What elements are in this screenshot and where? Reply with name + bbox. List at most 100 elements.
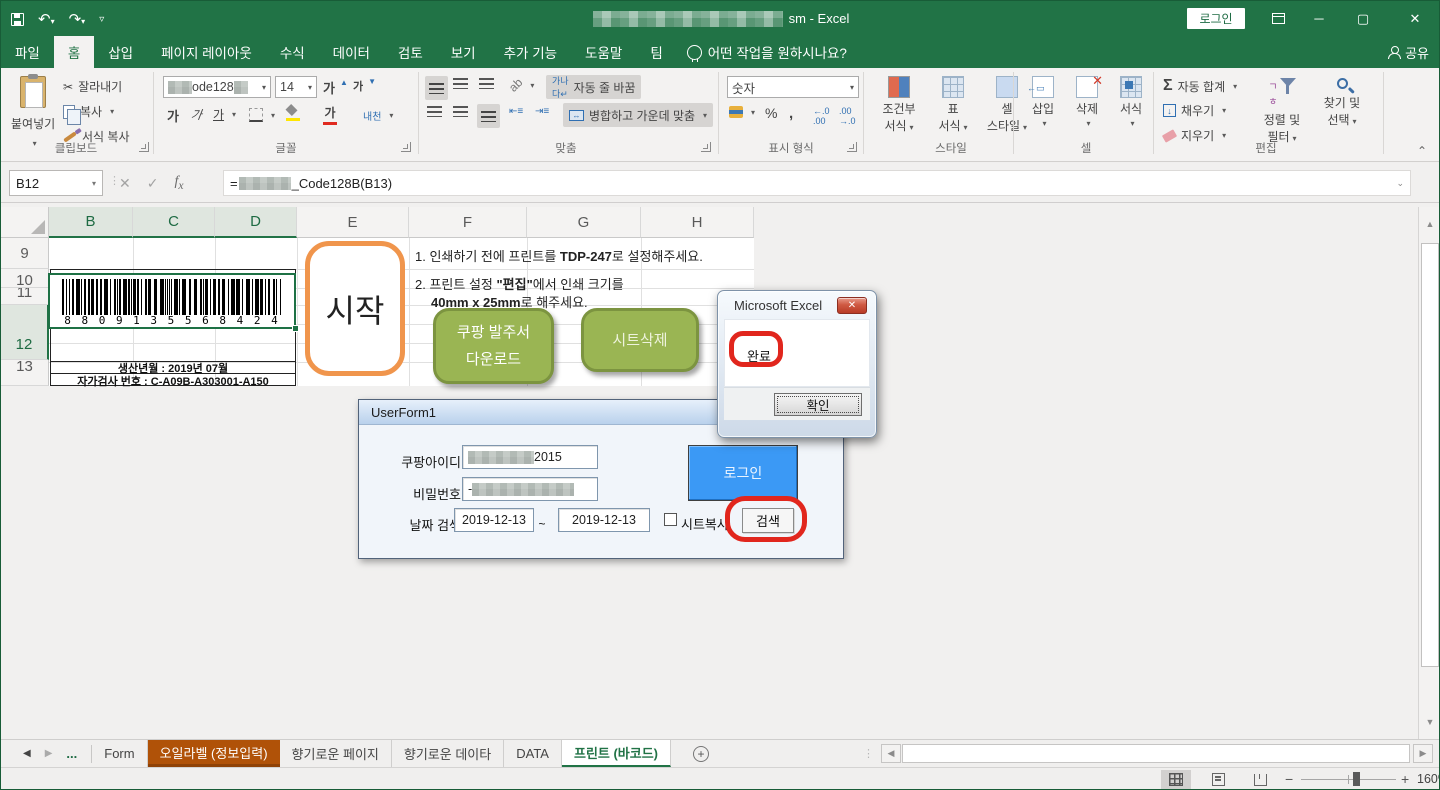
tab-team[interactable]: 팀 xyxy=(636,36,676,68)
clipboard-dialog-launcher[interactable] xyxy=(139,142,149,152)
col-header-e[interactable]: E xyxy=(297,207,409,238)
sort-filter-button[interactable]: ㄱㅎ 정렬 및필터▾ xyxy=(1255,78,1309,145)
ok-button[interactable]: 확인 xyxy=(774,393,862,416)
increase-decimal-button[interactable]: ←.0.00 xyxy=(813,106,830,126)
col-header-f[interactable]: F xyxy=(409,207,527,238)
borders-button[interactable]: ▾ xyxy=(249,108,275,122)
cut-button[interactable]: ✂잘라내기 xyxy=(63,78,122,95)
login-button[interactable]: 로그인 xyxy=(688,445,798,501)
sheet-tab-page[interactable]: 향기로운 페이지 xyxy=(280,740,392,767)
merge-center-button[interactable]: ↔병합하고 가운데 맞춤▾ xyxy=(563,103,713,127)
sheet-tab-oillabel[interactable]: 오일라벨 (정보입력) xyxy=(148,740,280,767)
italic-button[interactable]: 가 xyxy=(191,106,202,123)
percent-button[interactable]: % xyxy=(765,105,777,121)
align-middle-button[interactable] xyxy=(453,78,468,89)
increase-indent-button[interactable]: ⇥≡ xyxy=(535,106,549,117)
ribbon-display-options-icon[interactable] xyxy=(1256,1,1300,36)
tab-page-layout[interactable]: 페이지 레이아웃 xyxy=(147,36,266,68)
shrink-font-button[interactable]: 가▼ xyxy=(353,78,376,94)
tab-help[interactable]: 도움말 xyxy=(571,36,636,68)
zoom-slider-thumb[interactable] xyxy=(1353,772,1360,786)
fill-button[interactable]: ↓채우기▾ xyxy=(1163,102,1226,119)
enter-icon[interactable]: ✓ xyxy=(147,175,159,192)
signin-button[interactable]: 로그인 xyxy=(1187,8,1245,29)
tab-scroll-left-icon[interactable]: ◀ xyxy=(23,748,31,759)
row-header-9[interactable]: 9 xyxy=(1,238,49,269)
number-dialog-launcher[interactable] xyxy=(847,142,857,152)
col-header-g[interactable]: G xyxy=(527,207,641,238)
formula-input[interactable]: = _Code128B(B13) ⌄ xyxy=(223,170,1411,196)
find-select-button[interactable]: 찾기 및선택▾ xyxy=(1315,78,1369,128)
sheet-tab-data[interactable]: DATA xyxy=(504,740,562,767)
delete-sheet-button[interactable]: 시트삭제 xyxy=(581,308,699,372)
minimize-button[interactable]: ─ xyxy=(1297,1,1341,36)
scroll-left-icon[interactable]: ◀ xyxy=(881,744,901,763)
name-box[interactable]: B12▾ xyxy=(9,170,103,196)
paste-button[interactable]: 붙여넣기▾ xyxy=(11,76,55,148)
align-top-button[interactable] xyxy=(425,76,448,100)
page-break-view-icon[interactable] xyxy=(1245,770,1275,789)
tab-view[interactable]: 보기 xyxy=(437,36,490,68)
clear-button[interactable]: 지우기▾ xyxy=(1163,127,1226,144)
align-left-button[interactable] xyxy=(427,106,442,117)
bold-button[interactable]: 가 xyxy=(167,106,179,125)
sheet-tab-print-barcode[interactable]: 프린트 (바코드) xyxy=(562,740,671,767)
hscroll-thumb[interactable] xyxy=(902,744,1410,763)
horizontal-scrollbar[interactable]: ◀ ▶ xyxy=(881,744,1433,763)
row-header-12[interactable]: 12 xyxy=(1,305,49,360)
align-right-button[interactable] xyxy=(477,104,500,128)
date-to-input[interactable]: 2019-12-13 xyxy=(558,508,650,532)
fill-color-button[interactable] xyxy=(285,106,300,121)
font-size-combo[interactable]: 14▾ xyxy=(275,76,317,98)
selected-cell-b12[interactable]: 8 8 0 9 1 3 5 5 6 8 4 2 4 xyxy=(48,273,296,329)
tab-review[interactable]: 검토 xyxy=(384,36,437,68)
normal-view-icon[interactable] xyxy=(1161,770,1191,789)
decrease-indent-button[interactable]: ⇤≡ xyxy=(509,106,523,117)
tab-formulas[interactable]: 수식 xyxy=(266,36,319,68)
select-all-corner[interactable] xyxy=(1,207,49,238)
font-color-button[interactable]: 가 xyxy=(323,104,337,125)
zoom-out-icon[interactable]: − xyxy=(1285,771,1293,787)
zoom-level[interactable]: 160% xyxy=(1417,772,1440,786)
tab-home[interactable]: 홈 xyxy=(54,36,94,68)
coupang-download-button[interactable]: 쿠팡 발주서다운로드 xyxy=(433,308,554,384)
zoom-in-icon[interactable]: + xyxy=(1401,771,1409,787)
tab-ellipsis[interactable]: ... xyxy=(66,746,77,761)
sheet-tab-form[interactable]: Form xyxy=(92,740,147,767)
number-format-combo[interactable]: 숫자▾ xyxy=(727,76,859,98)
close-button[interactable]: ✕ xyxy=(1393,1,1437,36)
scroll-up-icon[interactable]: ▲ xyxy=(1421,215,1439,233)
start-button[interactable]: 시작 xyxy=(305,241,405,376)
grid[interactable]: 레스쁘리 로즈 팝 카네이션 핑크 클린코튼 100ml 생산년월 : 2019… xyxy=(49,238,754,386)
tab-file[interactable]: 파일 xyxy=(1,36,54,68)
grow-font-button[interactable]: 가▲ xyxy=(323,78,348,97)
phonetic-button[interactable]: 내천▾ xyxy=(363,108,393,123)
col-header-b[interactable]: B xyxy=(49,207,133,238)
maximize-button[interactable]: ▢ xyxy=(1341,1,1385,36)
col-header-c[interactable]: C xyxy=(133,207,215,238)
accounting-format-button[interactable]: ▾ xyxy=(729,106,755,118)
vertical-scrollbar[interactable]: ▲ ▼ xyxy=(1418,207,1440,739)
collapse-ribbon-icon[interactable]: ⌃ xyxy=(1417,144,1427,158)
col-header-d[interactable]: D xyxy=(215,207,297,238)
copy-button[interactable]: 복사▾ xyxy=(63,103,114,120)
new-sheet-icon[interactable]: + xyxy=(693,746,709,762)
format-cells-button[interactable]: 서식▾ xyxy=(1111,76,1151,128)
autosum-button[interactable]: Σ자동 합계▾ xyxy=(1163,77,1237,95)
conditional-formatting-button[interactable]: 조건부서식▾ xyxy=(873,76,925,134)
col-header-h[interactable]: H xyxy=(641,207,754,238)
insert-cells-button[interactable]: ←▭ 삽입▾ xyxy=(1023,76,1063,128)
scroll-right-icon[interactable]: ▶ xyxy=(1413,744,1433,763)
align-bottom-button[interactable] xyxy=(479,78,494,89)
row-header-11[interactable]: 11 xyxy=(1,288,49,305)
search-button[interactable]: 검색 xyxy=(742,508,794,533)
tab-data[interactable]: 데이터 xyxy=(319,36,384,68)
msgbox-close-icon[interactable]: ✕ xyxy=(837,297,867,314)
share-button[interactable]: 공유 xyxy=(1388,36,1429,68)
delete-cells-button[interactable]: ✕ 삭제▾ xyxy=(1067,76,1107,128)
cancel-icon[interactable]: ✕ xyxy=(119,175,131,192)
font-dialog-launcher[interactable] xyxy=(401,142,411,152)
vscroll-thumb[interactable] xyxy=(1421,243,1439,667)
row-header-13[interactable]: 13 xyxy=(1,360,49,386)
orientation-button[interactable]: ab▾ xyxy=(509,78,534,92)
